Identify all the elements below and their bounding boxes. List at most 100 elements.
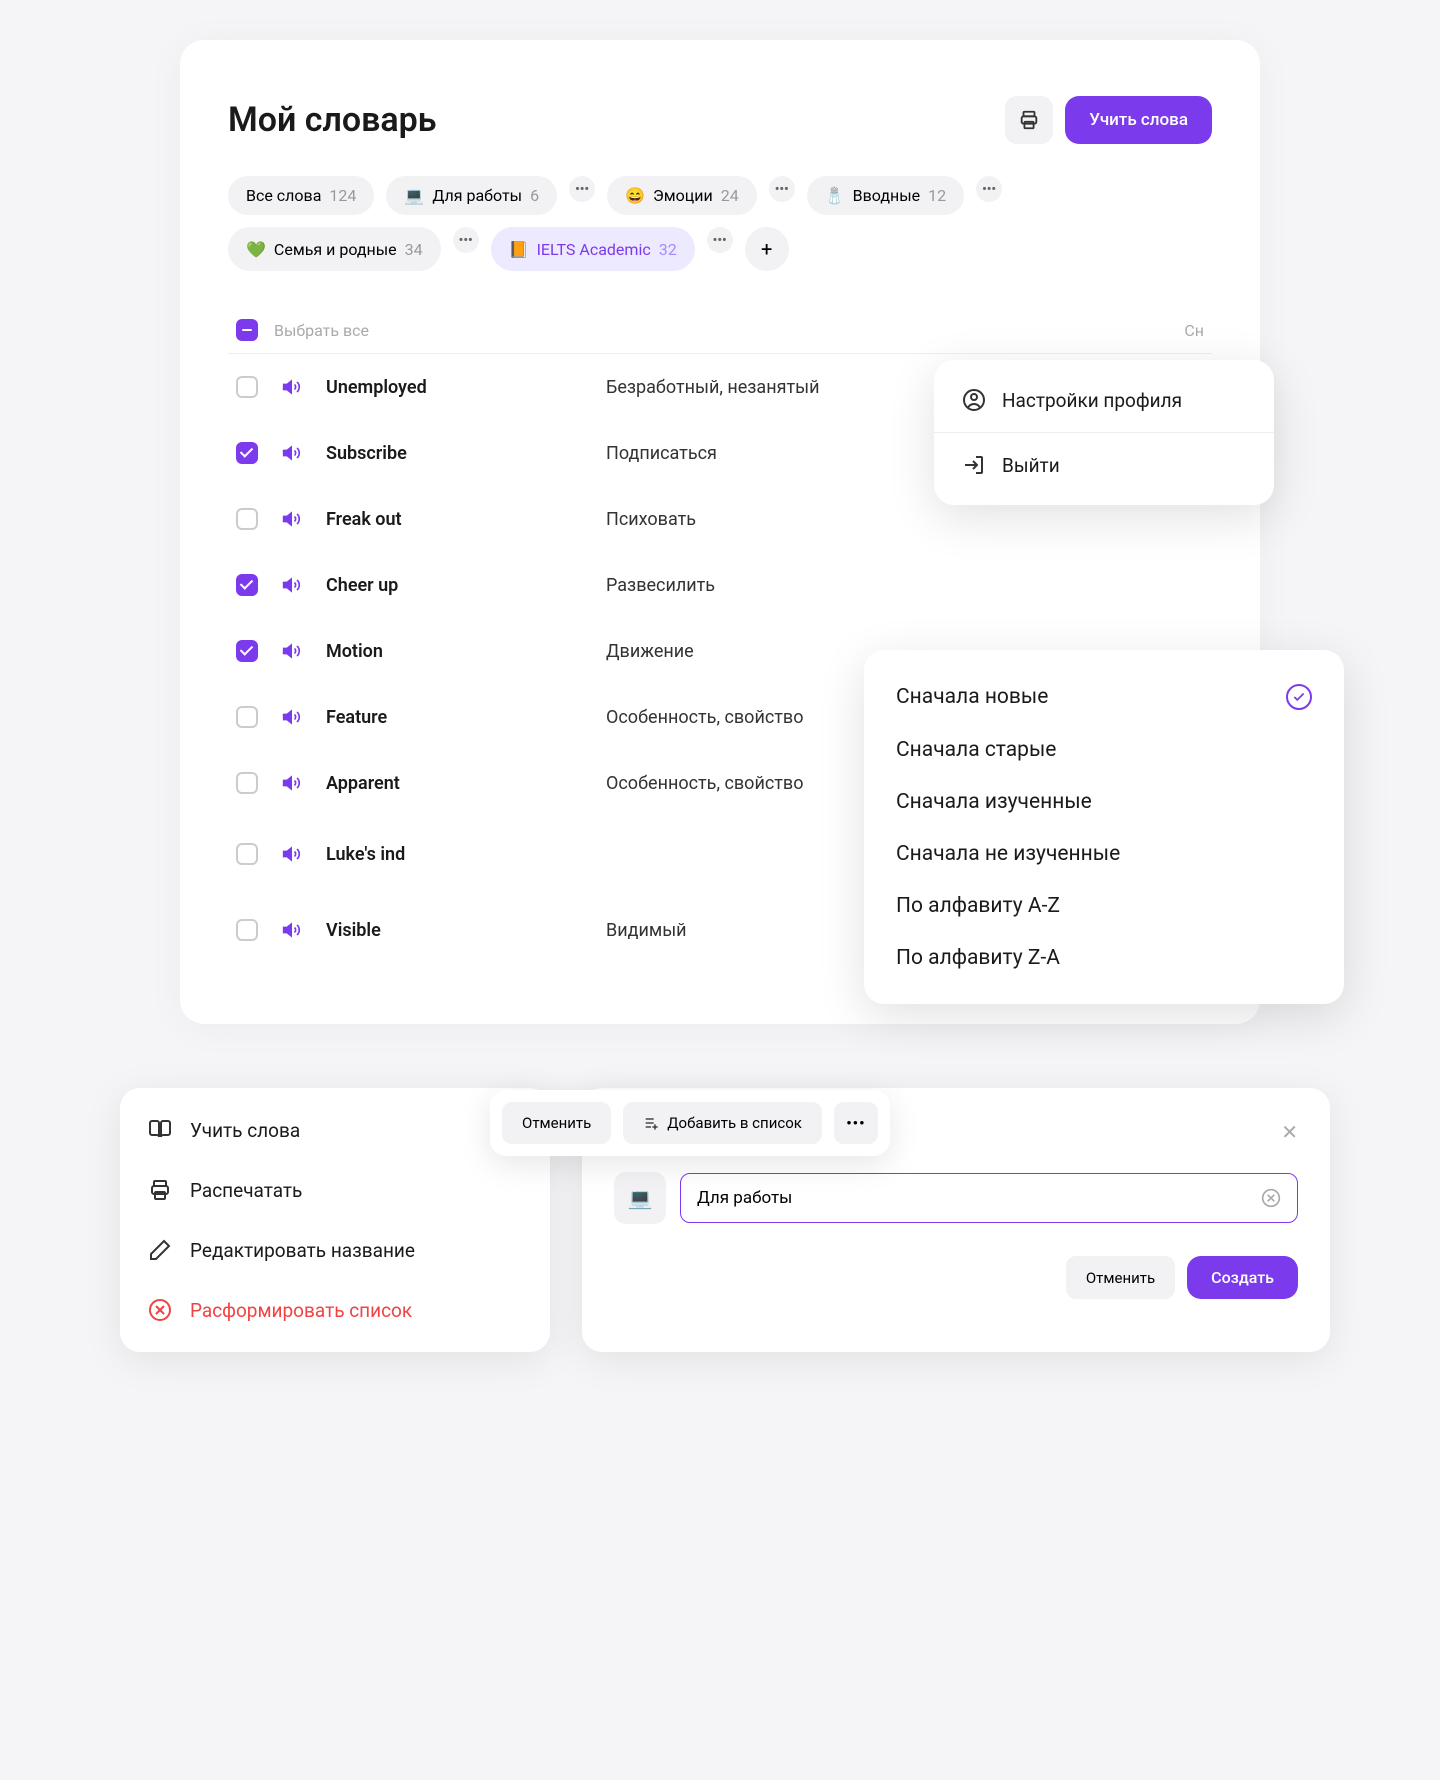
sort-option[interactable]: Сначала старые (864, 724, 1344, 776)
play-sound-button[interactable] (282, 707, 302, 727)
sort-option[interactable]: По алфавиту A-Z (864, 880, 1344, 932)
category-chips: Все слова124💻Для работы6•••😄Эмоции24•••🧂… (228, 176, 1212, 271)
select-all-checkbox[interactable] (236, 319, 258, 341)
emoji-picker-button[interactable]: 💻 (614, 1172, 666, 1224)
play-sound-button[interactable] (282, 443, 302, 463)
word-checkbox[interactable] (236, 442, 258, 464)
play-sound-button[interactable] (282, 509, 302, 529)
ctx-rename-item[interactable]: Редактировать название (120, 1220, 550, 1280)
list-name-input[interactable]: Для работы (680, 1173, 1298, 1223)
print-button[interactable] (1005, 96, 1053, 144)
learn-words-button[interactable]: Учить слова (1065, 96, 1212, 144)
play-sound-button[interactable] (282, 377, 302, 397)
sort-menu-popover: Сначала новые Сначала старые Сначала изуче… (864, 650, 1344, 1004)
menu-label: Выйти (1002, 454, 1060, 477)
add-to-list-label: Добавить в список (667, 1114, 802, 1132)
modal-cancel-button[interactable]: Отменить (1066, 1256, 1175, 1299)
sort-label: Сначала новые (896, 685, 1048, 709)
sort-label: Сначала не изученные (896, 842, 1120, 866)
pencil-icon (148, 1238, 172, 1262)
select-all-label: Выбрать все (274, 321, 369, 340)
chip-count: 24 (721, 186, 739, 205)
chip-more-button[interactable]: ••• (976, 176, 1002, 202)
sort-option[interactable]: Сначала новые (864, 670, 1344, 724)
modal-create-button[interactable]: Создать (1187, 1256, 1298, 1299)
more-actions-button[interactable]: ••• (834, 1102, 878, 1144)
sort-label: Сначала старые (896, 738, 1056, 762)
play-sound-button[interactable] (282, 920, 302, 940)
cancel-selection-button[interactable]: Отменить (502, 1102, 611, 1144)
input-row: 💻 Для работы (614, 1172, 1298, 1224)
word-checkbox[interactable] (236, 706, 258, 728)
category-chip[interactable]: 📙IELTS Academic32 (491, 227, 695, 271)
word-checkbox[interactable] (236, 919, 258, 941)
word-translation: Развесилить (606, 575, 1204, 596)
add-category-button[interactable]: + (745, 227, 789, 271)
page-title: Мой словарь (228, 100, 436, 140)
ctx-disband-item[interactable]: Расформировать список (120, 1280, 550, 1340)
ctx-label: Редактировать название (190, 1239, 415, 1262)
category-chip[interactable]: 💻Для работы6 (386, 176, 557, 215)
chip-emoji: 🧂 (825, 186, 845, 205)
word-english: Freak out (326, 509, 606, 530)
word-english: Unemployed (326, 377, 606, 398)
word-english: Motion (326, 641, 606, 662)
play-sound-button[interactable] (282, 773, 302, 793)
word-english: Visible (326, 920, 606, 941)
word-checkbox[interactable] (236, 640, 258, 662)
chip-more-button[interactable]: ••• (769, 176, 795, 202)
check-circle-icon (1286, 684, 1312, 710)
sort-option[interactable]: Сначала не изученные (864, 828, 1344, 880)
chip-more-button[interactable]: ••• (569, 176, 595, 202)
chip-label: Все слова (246, 186, 321, 205)
list-add-icon (643, 1115, 659, 1131)
dots-icon: ••• (846, 1114, 865, 1132)
chip-emoji: 💻 (404, 186, 424, 205)
profile-settings-item[interactable]: Настройки профиля (934, 368, 1274, 432)
ctx-learn-item[interactable]: Учить слова (120, 1100, 550, 1160)
chip-count: 34 (405, 240, 423, 259)
x-circle-icon (148, 1298, 172, 1322)
sort-option[interactable]: По алфавиту Z-A (864, 932, 1344, 984)
exit-icon (962, 453, 986, 477)
word-checkbox[interactable] (236, 843, 258, 865)
category-chip[interactable]: 😄Эмоции24 (607, 176, 757, 215)
sort-label: По алфавиту Z-A (896, 946, 1060, 970)
chip-emoji: 💚 (246, 240, 266, 259)
printer-icon (1018, 109, 1040, 131)
ctx-label: Учить слова (190, 1119, 300, 1142)
printer-icon (148, 1178, 172, 1202)
ctx-label: Расформировать список (190, 1299, 412, 1322)
category-chip[interactable]: 💚Семья и родные34 (228, 227, 441, 271)
x-circle-icon (1261, 1188, 1281, 1208)
ctx-print-item[interactable]: Распечатать (120, 1160, 550, 1220)
word-checkbox[interactable] (236, 574, 258, 596)
play-sound-button[interactable] (282, 844, 302, 864)
chip-count: 12 (928, 186, 946, 205)
word-checkbox[interactable] (236, 772, 258, 794)
chip-label: Для работы (432, 186, 522, 205)
sort-option[interactable]: Сначала изученные (864, 776, 1344, 828)
close-icon[interactable]: ✕ (1281, 1120, 1298, 1144)
word-checkbox[interactable] (236, 376, 258, 398)
header-actions: Учить слова (1005, 96, 1212, 144)
add-to-list-button[interactable]: Добавить в список (623, 1102, 822, 1144)
clear-input-button[interactable] (1261, 1188, 1281, 1208)
word-checkbox[interactable] (236, 508, 258, 530)
play-sound-button[interactable] (282, 641, 302, 661)
menu-label: Настройки профиля (1002, 389, 1182, 412)
logout-item[interactable]: Выйти (934, 432, 1274, 497)
chip-more-button[interactable]: ••• (707, 227, 733, 253)
selection-action-bar: Отменить Добавить в список ••• (490, 1090, 890, 1156)
category-chip[interactable]: Все слова124 (228, 176, 374, 215)
category-chip[interactable]: 🧂Вводные12 (807, 176, 964, 215)
profile-menu-popover: Настройки профиля Выйти (934, 360, 1274, 505)
word-english: Luke's ind (326, 844, 606, 865)
play-sound-button[interactable] (282, 575, 302, 595)
user-circle-icon (962, 388, 986, 412)
chip-more-button[interactable]: ••• (453, 227, 479, 253)
chip-label: Эмоции (653, 186, 713, 205)
list-context-menu: Учить слова Распечатать Редактировать на… (120, 1088, 550, 1352)
dictionary-card: Мой словарь Учить слова Все слова124 💻 Для… (180, 40, 1260, 1024)
word-translation: Психовать (606, 509, 1204, 530)
